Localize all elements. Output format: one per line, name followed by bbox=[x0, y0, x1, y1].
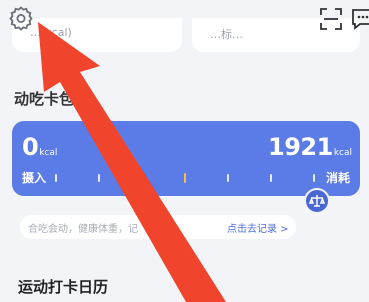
scale-tick bbox=[55, 174, 57, 182]
balance-scale bbox=[12, 121, 360, 196]
scale-tick bbox=[227, 174, 229, 182]
scale-tick bbox=[313, 174, 315, 182]
scale-icon bbox=[308, 195, 326, 207]
scan-icon[interactable] bbox=[318, 6, 344, 32]
scale-tick bbox=[270, 174, 272, 182]
record-link[interactable]: 点击去记录 > bbox=[227, 220, 289, 235]
scale-center-tick bbox=[184, 173, 186, 183]
scale-tick bbox=[141, 174, 143, 182]
summary-card-left-text: …(kcal) bbox=[30, 26, 72, 39]
scale-tick bbox=[98, 174, 100, 182]
top-bar: …(kcal) …标… bbox=[0, 0, 369, 60]
gear-icon[interactable] bbox=[7, 4, 35, 32]
record-hint-bar[interactable]: 合吃会动，健康体重，记 点击去记录 > bbox=[20, 215, 296, 239]
summary-card-right-text: …标… bbox=[210, 28, 243, 41]
summary-card-left[interactable]: …(kcal) bbox=[12, 18, 182, 52]
hint-text: 合吃会动，健康体重，记 bbox=[28, 224, 138, 235]
kcal-balance-card[interactable]: 0kcal 1921kcal 摄入 消耗 bbox=[12, 121, 360, 196]
message-icon[interactable] bbox=[350, 6, 369, 32]
scale-button[interactable] bbox=[304, 188, 330, 214]
section-title-calendar: 运动打卡日历 bbox=[18, 278, 109, 296]
section-title-motion: 动吃卡包 bbox=[14, 90, 75, 108]
